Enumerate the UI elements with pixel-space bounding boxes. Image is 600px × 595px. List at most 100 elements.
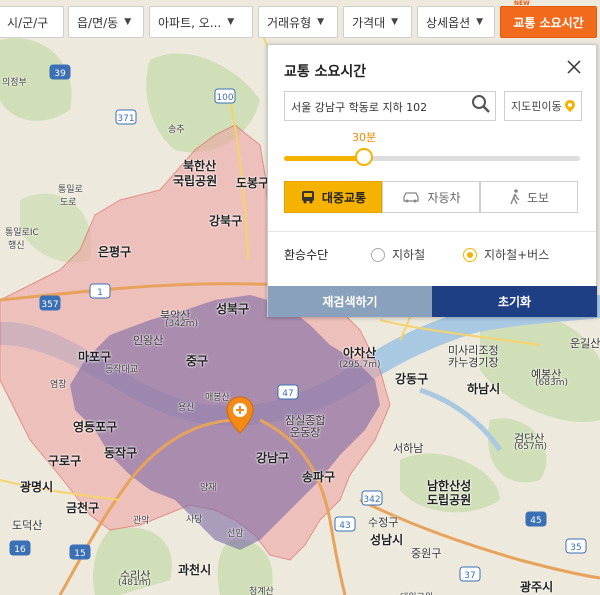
filter-sigungu-label: 시/군/구 bbox=[7, 15, 49, 30]
map-place-label: 동작대교 bbox=[105, 365, 139, 375]
map-place-label: 의정부 bbox=[2, 78, 27, 88]
map-place-label: 청계산 bbox=[249, 587, 274, 595]
svg-text:16: 16 bbox=[14, 545, 26, 555]
close-icon[interactable] bbox=[566, 59, 582, 75]
chevron-down-icon: ▼ bbox=[124, 17, 132, 27]
slider-handle[interactable] bbox=[354, 148, 373, 166]
map-place-label: 성북구 bbox=[216, 302, 250, 316]
map-place-label: 도립공원 bbox=[427, 493, 472, 507]
map-place-label: (481m) bbox=[118, 578, 151, 588]
filter-eupmyeondong[interactable]: 읍/면/동 ▼ bbox=[68, 6, 144, 38]
radio-circle bbox=[463, 247, 477, 262]
chevron-down-icon: ▼ bbox=[227, 17, 235, 27]
map-place-label: 양재 bbox=[200, 483, 217, 493]
address-value: 서울 강남구 학동로 지하 102 bbox=[291, 101, 428, 114]
map-place-label: 관악 bbox=[133, 516, 150, 526]
filter-deal-type[interactable]: 거래유형 ▼ bbox=[258, 6, 338, 38]
reset-button[interactable]: 초기화 bbox=[432, 286, 597, 317]
map-place-label: (342m) bbox=[165, 319, 198, 329]
map-place-label: 카누경기장 bbox=[448, 356, 499, 369]
map-place-label: 영등포구 bbox=[73, 420, 118, 434]
route-badge: 371 bbox=[115, 109, 137, 125]
tab-car[interactable]: 자동차 bbox=[382, 181, 480, 213]
filter-property-type[interactable]: 아파트, 오... ▼ bbox=[149, 6, 253, 38]
svg-text:43: 43 bbox=[339, 521, 350, 531]
map-pin-icon bbox=[564, 100, 575, 112]
filter-property-type-label: 아파트, 오... bbox=[158, 15, 222, 30]
map-place-label: 대원공원 bbox=[400, 590, 433, 595]
travel-time-slider[interactable] bbox=[284, 156, 580, 161]
new-badge: NEW bbox=[514, 0, 530, 7]
radio-circle bbox=[371, 247, 385, 262]
map-place-label: 중원구 bbox=[411, 547, 442, 560]
radio-subway[interactable]: 지하철 bbox=[371, 246, 425, 263]
route-badge: 47 bbox=[277, 384, 299, 400]
map-place-label: 통일로IC bbox=[5, 228, 39, 238]
map-place-label: 중구 bbox=[186, 354, 209, 368]
map-place-label: 용산 bbox=[178, 403, 195, 413]
route-badge: 100 bbox=[214, 88, 236, 104]
map-place-label: 아차산 bbox=[343, 346, 377, 360]
transfer-mode-label: 환승수단 bbox=[284, 248, 329, 262]
search-icon[interactable] bbox=[470, 93, 492, 115]
map-place-label: 통일로 bbox=[58, 185, 83, 195]
map-place-label: 운동장 bbox=[290, 426, 321, 439]
tab-public-transit-label: 대중교통 bbox=[321, 190, 367, 205]
route-badge: 1 bbox=[89, 283, 111, 299]
map-place-label: 은평구 bbox=[98, 245, 132, 259]
tab-walk[interactable]: 도보 bbox=[480, 181, 578, 213]
map-place-label: 광주시 bbox=[520, 580, 554, 594]
radio-subway-label: 지하철 bbox=[392, 248, 426, 262]
svg-text:371: 371 bbox=[117, 114, 134, 124]
map-place-label: 강북구 bbox=[209, 214, 243, 228]
filter-detail-options[interactable]: 상세옵션 ▼ bbox=[417, 6, 495, 38]
map-place-label: 국립공원 bbox=[173, 174, 218, 188]
map-place-label: (295.7m) bbox=[339, 360, 381, 370]
svg-text:37: 37 bbox=[464, 571, 475, 581]
map-place-label: 과천시 bbox=[178, 563, 212, 577]
filter-price-range-label: 가격대 bbox=[352, 15, 386, 30]
travel-time-panel: 교통 소요시간 서울 강남구 학동로 지하 102 지도핀이동 30분 대중교통… bbox=[267, 44, 597, 317]
chevron-down-icon: ▼ bbox=[391, 17, 399, 27]
filter-sigungu[interactable]: 시/군/구 bbox=[0, 6, 64, 38]
map-pin-move-label: 지도핀이동 bbox=[511, 100, 562, 113]
radio-subway-bus[interactable]: 지하철+버스 bbox=[463, 246, 549, 263]
chevron-down-icon: ▼ bbox=[317, 17, 325, 27]
filter-detail-options-label: 상세옵션 bbox=[426, 15, 471, 30]
route-badge: 16 bbox=[9, 540, 31, 556]
filter-price-range[interactable]: 가격대 ▼ bbox=[343, 6, 412, 38]
route-badge: 357 bbox=[39, 295, 61, 311]
address-input[interactable]: 서울 강남구 학동로 지하 102 bbox=[284, 91, 496, 121]
filter-bar: 시/군/구 읍/면/동 ▼ 아파트, 오... ▼ 거래유형 ▼ 가격대 ▼ 상… bbox=[0, 0, 600, 42]
filter-travel-time[interactable]: 교통 소요시간 bbox=[500, 6, 597, 38]
map-pin-move-button[interactable]: 지도핀이동 bbox=[504, 91, 582, 121]
route-badge: 43 bbox=[334, 516, 356, 532]
map-place-label: 광명시 bbox=[20, 480, 54, 494]
map-place-label: 인왕산 bbox=[133, 334, 164, 347]
map-place-label: 송추 bbox=[168, 125, 185, 135]
route-badge: 37 bbox=[459, 566, 481, 582]
svg-text:357: 357 bbox=[41, 300, 58, 310]
map-place-label: 송파구 bbox=[302, 470, 336, 484]
map-place-label: 염창 bbox=[50, 380, 67, 390]
tab-car-label: 자동차 bbox=[427, 190, 461, 205]
map-place-label: 서하남 bbox=[393, 442, 424, 455]
map-place-label: 사당 bbox=[186, 515, 203, 525]
map-place-label: (683m) bbox=[535, 378, 568, 388]
tab-public-transit[interactable]: 대중교통 bbox=[284, 181, 382, 213]
svg-text:47: 47 bbox=[282, 389, 293, 399]
map-place-label: 성남시 bbox=[370, 533, 404, 547]
tab-walk-label: 도보 bbox=[526, 190, 550, 205]
divider bbox=[268, 231, 596, 232]
filter-deal-type-label: 거래유형 bbox=[267, 15, 312, 30]
location-pin-icon[interactable] bbox=[226, 396, 254, 434]
svg-text:342: 342 bbox=[363, 495, 380, 505]
chevron-down-icon: ▼ bbox=[476, 17, 484, 27]
car-icon bbox=[403, 192, 420, 203]
map-place-label: 동작구 bbox=[104, 446, 138, 460]
bus-icon bbox=[301, 191, 314, 204]
map-place-label: 금천구 bbox=[66, 501, 100, 515]
research-button[interactable]: 재검색하기 bbox=[268, 286, 432, 317]
map-place-label: (657m) bbox=[514, 442, 547, 452]
filter-eupmyeondong-label: 읍/면/동 bbox=[77, 15, 119, 30]
